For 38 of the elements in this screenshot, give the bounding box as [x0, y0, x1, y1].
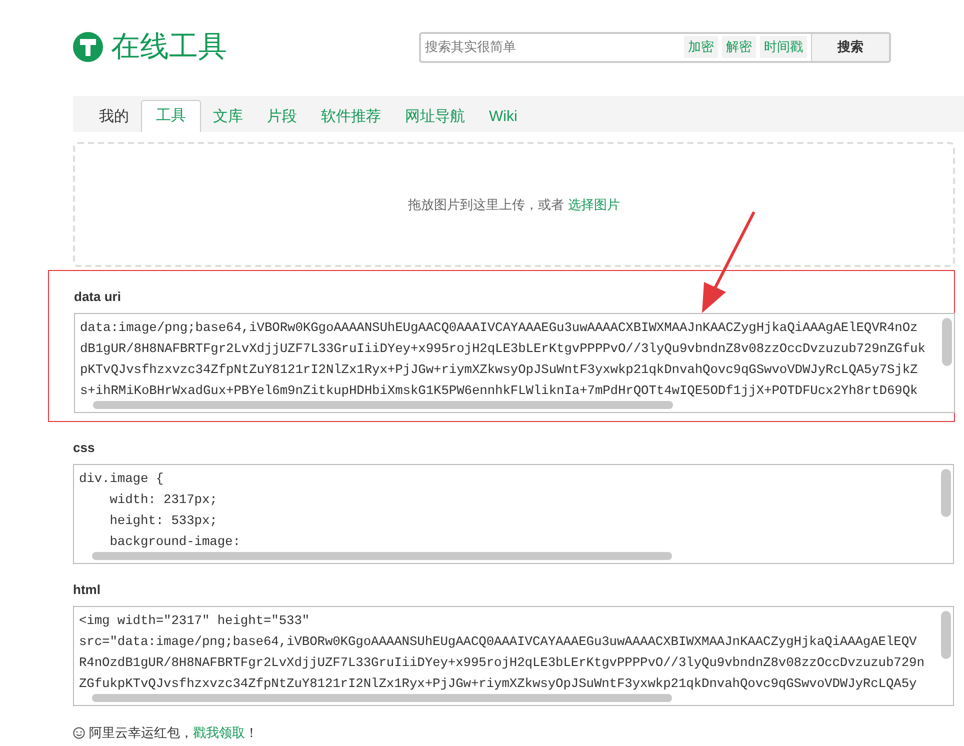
code-field[interactable]: div.image { width: 2317px; height: 533px; background-image:	[73, 464, 954, 564]
code-line: height: 533px;	[108, 512, 218, 530]
horizontal-scrollbar[interactable]	[92, 694, 672, 702]
claim-link[interactable]: 戳我领取	[193, 725, 245, 740]
horizontal-scrollbar[interactable]	[93, 401, 673, 409]
nav-tab[interactable]: 工具	[141, 100, 201, 132]
code-line: pKTvQJvsfhzxvzc34ZfpNtZuY8121rI2NlZx1Ryx+PjJGw+riymXZkwsyOpJSuWntF3yxwkp21qkDnvahQovc9qGSwvoVDWJyRcLQA5y7SjkZ	[80, 361, 918, 379]
code-line: src="data:image/png;base64,iVBORw0KGgoAAAANSUhEUgAACQ0AAAIVCAYAAAEGu3uwAAAACXBIWXMAAJnKAACZygHjkaQiAAAgAElEQV	[79, 633, 917, 651]
site-logo-text[interactable]: 在线工具	[111, 27, 227, 67]
section-label: data uri	[74, 288, 122, 306]
vertical-scrollbar[interactable]	[942, 318, 952, 366]
vertical-scrollbar[interactable]	[941, 611, 951, 659]
section-label: html	[73, 581, 102, 599]
code-line: width: 2317px;	[108, 491, 218, 509]
section-label: css	[73, 439, 96, 457]
code-line: R4nOzdB1gUR/8H8NAFBRTFgr2LvXdjjUZF7L33GruIiiDYey+x995rojH2qLE3bLErKtgvPPPPvO//3lyQu9vbndnZ8v08zzOccDvzuzub729n	[79, 654, 924, 672]
code-line: div.image {	[79, 470, 164, 488]
vertical-scrollbar[interactable]	[941, 469, 951, 517]
code-line: <img width="2317" height="533"	[79, 612, 310, 630]
upload-instruction: 拖放图片到这里上传，或者 选择图片	[408, 196, 620, 214]
nav-tab[interactable]: 我的	[87, 101, 141, 132]
promo-text: 阿里云幸运红包，戳我领取！	[89, 724, 258, 742]
code-line: s+ihRMiKoBHrWxadGux+PBYel6m9nZitkupHDHbiXmskG1K5PW6ennhkFLWliknIa+7mPdHrQOTt4wIQE5ODf1jjX+POTDFUcx2Yh8rtD69Qk	[80, 382, 918, 400]
smiley-icon	[73, 727, 85, 739]
horizontal-scrollbar[interactable]	[92, 552, 672, 560]
code-line: dB1gUR/8H8NAFBRTFgr2LvXdjjUZF7L33GruIiiDYey+x995rojH2qLE3bLErKtgvPPPPvO//3lyQu9vbndnZ8v08zzOccDvzuzub729nZGfuk	[80, 340, 926, 358]
code-field[interactable]	[73, 606, 954, 706]
nav-tab[interactable]: 片段	[255, 101, 309, 132]
nav-tab[interactable]: 软件推荐	[309, 101, 393, 132]
choose-image-link[interactable]: 选择图片	[568, 196, 620, 212]
code-field[interactable]	[74, 313, 955, 413]
nav-tab[interactable]: Wiki	[477, 101, 530, 132]
nav-tab[interactable]: 文库	[201, 101, 255, 132]
code-line: data:image/png;base64,iVBORw0KGgoAAAANSUhEUgAACQ0AAAIVCAYAAAEGu3uwAAAACXBIWXMAAJnKAACZygHjkaQiAAAgAElEQVR4nOz	[80, 319, 918, 337]
hammer-logo-icon	[73, 32, 103, 62]
code-line: background-image:	[108, 533, 240, 551]
code-line: ZGfukpKTvQJvsfhzxvzc34ZfpNtZuY8121rI2NlZx1Ryx+PjJGw+riymXZkwsyOpJSuWntF3yxwkp21qkDnvahQovc9qGSwvoVDWJyRcLQA5y	[79, 675, 917, 693]
nav-tab[interactable]: 网址导航	[393, 101, 477, 132]
